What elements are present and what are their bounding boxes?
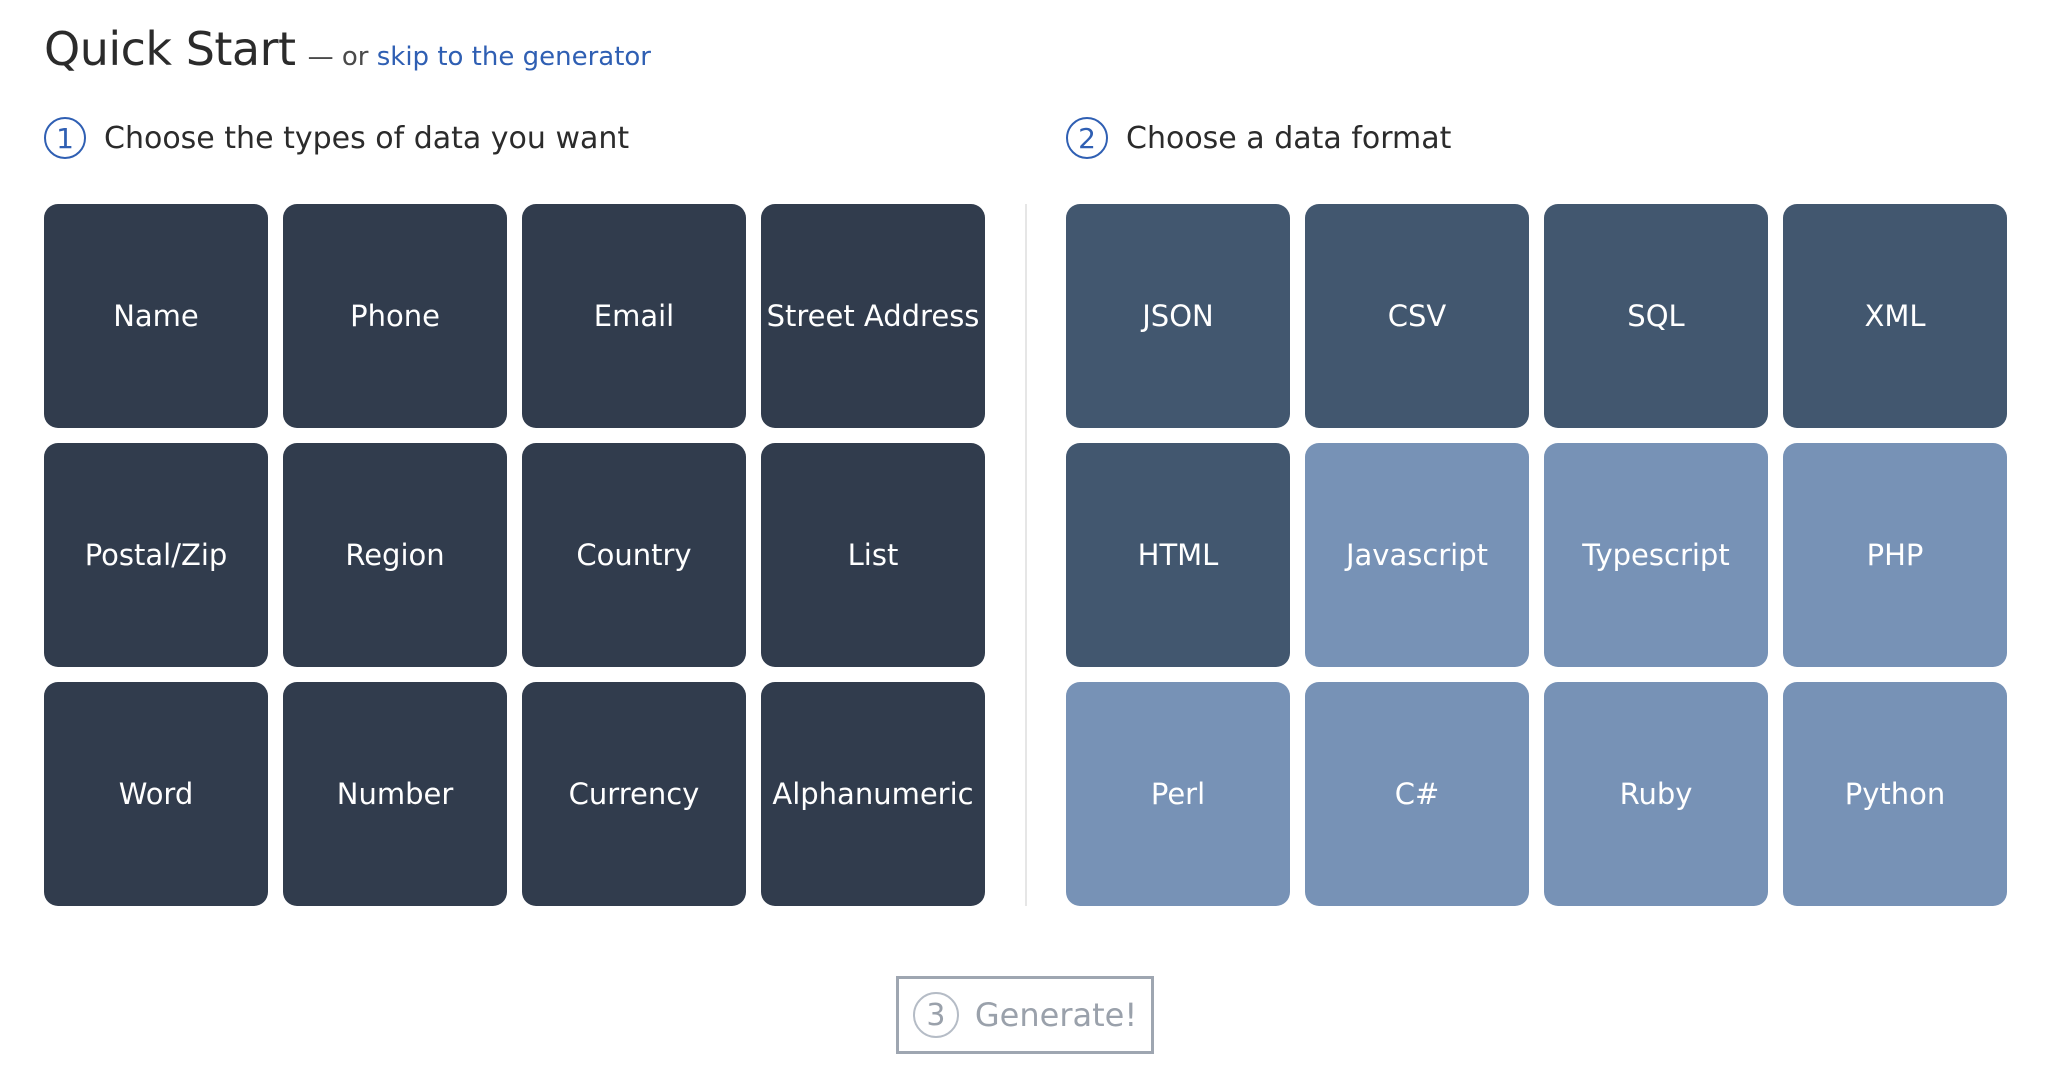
data-format-tile[interactable]: SQL	[1544, 204, 1768, 428]
data-type-tile[interactable]: Alphanumeric	[761, 682, 985, 906]
data-type-tile[interactable]: Currency	[522, 682, 746, 906]
data-format-tile[interactable]: HTML	[1066, 443, 1290, 667]
data-type-tile[interactable]: Country	[522, 443, 746, 667]
step-3-number-badge: 3	[912, 992, 959, 1038]
step-1-label: Choose the types of data you want	[104, 120, 630, 156]
data-type-tile[interactable]: Region	[283, 443, 507, 667]
data-format-tile[interactable]: Javascript	[1305, 443, 1529, 667]
data-type-tile[interactable]: Name	[44, 204, 268, 428]
data-format-tile[interactable]: XML	[1783, 204, 2007, 428]
section-divider	[1025, 204, 1027, 906]
data-format-tile[interactable]: Python	[1783, 682, 2007, 906]
data-format-tile[interactable]: C#	[1305, 682, 1529, 906]
data-formats-grid: JSON CSV SQL XML HTML Javascript Typescr…	[1066, 204, 2007, 906]
step-2-label: Choose a data format	[1126, 120, 1452, 156]
data-format-tile[interactable]: Ruby	[1544, 682, 1768, 906]
data-type-tile[interactable]: Postal/Zip	[44, 443, 268, 667]
data-format-tile[interactable]: Perl	[1066, 682, 1290, 906]
page-header: Quick Start — or skip to the generator	[44, 22, 651, 76]
data-format-tile[interactable]: PHP	[1783, 443, 2007, 667]
skip-to-generator-link[interactable]: skip to the generator	[377, 42, 651, 72]
step-1-number-badge: 1	[44, 117, 86, 159]
page-subtitle: — or skip to the generator	[308, 42, 651, 72]
generate-button[interactable]: 3 Generate!	[896, 976, 1154, 1054]
generate-label: Generate!	[974, 996, 1138, 1034]
data-type-tile[interactable]: Word	[44, 682, 268, 906]
data-format-tile[interactable]: Typescript	[1544, 443, 1768, 667]
data-format-tile[interactable]: JSON	[1066, 204, 1290, 428]
data-type-tile[interactable]: List	[761, 443, 985, 667]
data-types-grid: Name Phone Email Street Address Postal/Z…	[44, 204, 985, 906]
page-title: Quick Start	[44, 22, 296, 76]
data-format-tile[interactable]: CSV	[1305, 204, 1529, 428]
step-1-heading: 1 Choose the types of data you want	[44, 117, 629, 159]
data-type-tile[interactable]: Phone	[283, 204, 507, 428]
data-type-tile[interactable]: Email	[522, 204, 746, 428]
step-2-number-badge: 2	[1066, 117, 1108, 159]
subtitle-separator: — or	[307, 42, 369, 72]
data-type-tile[interactable]: Number	[283, 682, 507, 906]
step-2-heading: 2 Choose a data format	[1066, 117, 1451, 159]
data-type-tile[interactable]: Street Address	[761, 204, 985, 428]
